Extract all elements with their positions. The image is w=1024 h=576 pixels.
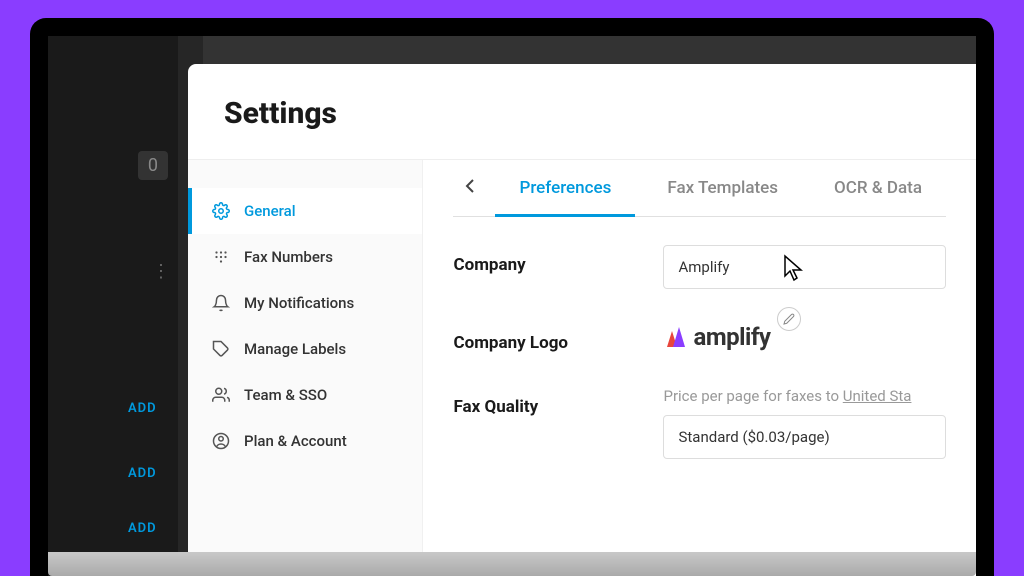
- logo-label: Company Logo: [453, 323, 623, 353]
- nav-item-team[interactable]: Team & SSO: [188, 372, 422, 418]
- dialpad-icon: [212, 248, 230, 266]
- person-circle-icon: [212, 432, 230, 450]
- monitor-frame: 0 ⋮ ADD ADD ADD Settings: [30, 18, 994, 576]
- quality-label: Fax Quality: [453, 387, 623, 417]
- tab-preferences[interactable]: Preferences: [495, 160, 635, 216]
- country-link[interactable]: United Sta: [843, 387, 912, 405]
- amplify-mark-icon: [663, 325, 689, 349]
- top-bar: [203, 36, 976, 64]
- settings-nav: General Fax Numbers: [188, 160, 423, 576]
- settings-content: Preferences Fax Templates OCR & Data Com…: [423, 160, 976, 576]
- page-title: Settings: [224, 96, 940, 131]
- gear-icon: [212, 202, 230, 220]
- nav-item-general[interactable]: General: [188, 188, 422, 234]
- nav-item-labels[interactable]: Manage Labels: [188, 326, 422, 372]
- tab-fax-templates[interactable]: Fax Templates: [643, 160, 802, 216]
- add-button[interactable]: ADD: [128, 401, 157, 416]
- nav-item-plan[interactable]: Plan & Account: [188, 418, 422, 464]
- price-note: Price per page for faxes to United Sta: [663, 387, 946, 405]
- settings-body: General Fax Numbers: [188, 160, 976, 576]
- nav-label: Team & SSO: [244, 386, 327, 404]
- form-row-logo: Company Logo: [453, 323, 946, 353]
- tabs-row: Preferences Fax Templates OCR & Data: [453, 160, 946, 217]
- form-row-company: Company: [453, 245, 946, 289]
- tab-ocr-data[interactable]: OCR & Data: [810, 160, 946, 216]
- tag-icon: [212, 340, 230, 358]
- settings-panel: Settings General: [188, 64, 976, 576]
- nav-item-fax-numbers[interactable]: Fax Numbers: [188, 234, 422, 280]
- nav-label: Manage Labels: [244, 340, 346, 358]
- nav-label: General: [244, 202, 296, 220]
- edit-logo-button[interactable]: [777, 307, 801, 331]
- amplify-logo-text: amplify: [693, 323, 770, 351]
- tab-scroll-left[interactable]: [453, 162, 487, 214]
- nav-label: Fax Numbers: [244, 248, 333, 266]
- bell-icon: [212, 294, 230, 312]
- company-input[interactable]: [663, 245, 946, 289]
- monitor-base: [48, 552, 976, 576]
- nav-item-notifications[interactable]: My Notifications: [188, 280, 422, 326]
- company-label: Company: [453, 245, 623, 275]
- more-dots-icon[interactable]: ⋮: [152, 261, 168, 282]
- people-icon: [212, 386, 230, 404]
- company-logo-display: amplify: [663, 323, 770, 351]
- amplify-logo: amplify: [663, 323, 770, 351]
- sidebar-counter: 0: [138, 151, 168, 180]
- form-row-quality: Fax Quality Price per page for faxes to …: [453, 387, 946, 459]
- screen: 0 ⋮ ADD ADD ADD Settings: [48, 36, 976, 576]
- nav-label: Plan & Account: [244, 432, 347, 450]
- settings-header: Settings: [188, 64, 976, 160]
- add-button[interactable]: ADD: [128, 466, 157, 481]
- quality-select[interactable]: [663, 415, 946, 459]
- add-button[interactable]: ADD: [128, 521, 157, 536]
- nav-label: My Notifications: [244, 294, 354, 312]
- dark-app-sidebar: 0 ⋮ ADD ADD ADD: [48, 36, 178, 576]
